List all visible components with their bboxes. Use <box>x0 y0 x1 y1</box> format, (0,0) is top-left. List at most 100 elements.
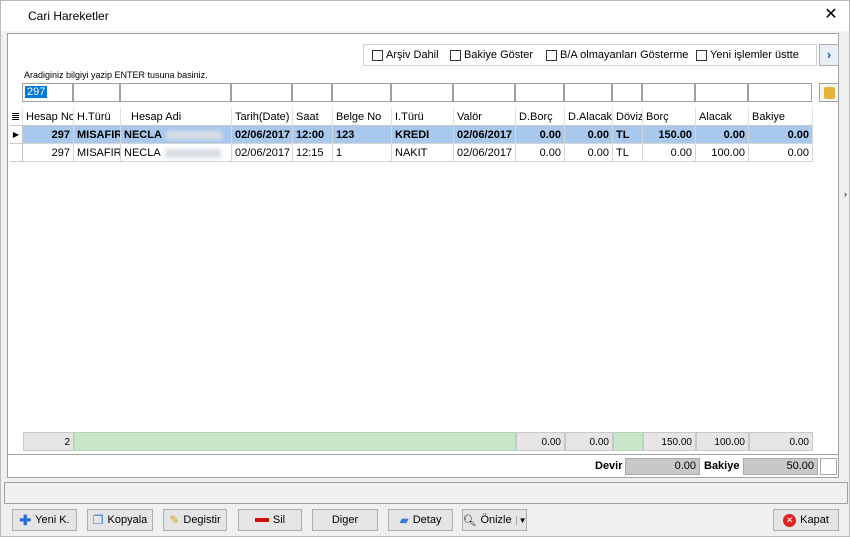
cell-d-borc[interactable]: 0.00 <box>516 144 565 162</box>
splitter-handle-icon[interactable]: › <box>844 187 850 201</box>
filter-i-turu[interactable] <box>391 83 453 102</box>
row-indicator-icon: ▶ <box>10 126 23 144</box>
col-saat[interactable]: Saat <box>293 108 333 126</box>
title-bar: Cari Hareketler ✕ <box>1 1 849 31</box>
cell-alacak[interactable]: 0.00 <box>696 126 749 144</box>
cell-bakiye[interactable]: 0.00 <box>749 144 813 162</box>
checkbox-box[interactable] <box>696 49 707 61</box>
filter-d-borc[interactable] <box>515 83 564 102</box>
cell-valor[interactable]: 02/06/2017 <box>454 126 516 144</box>
sil-button[interactable]: Sil <box>238 509 302 531</box>
column-menu-icon[interactable]: ≣ <box>10 108 23 126</box>
col-bakiye[interactable]: Bakiye <box>749 108 813 126</box>
checkbox-box[interactable] <box>546 49 557 61</box>
close-icon[interactable]: ✕ <box>821 5 841 25</box>
cell-d-alacak[interactable]: 0.00 <box>565 126 613 144</box>
degistir-button[interactable]: ✎ Degistir <box>163 509 227 531</box>
filter-valor[interactable] <box>453 83 515 102</box>
cell-tarih[interactable]: 02/06/2017 <box>232 144 293 162</box>
filter-clear-button[interactable] <box>819 83 839 102</box>
bakiye-value: 50.00 <box>743 458 818 475</box>
chevron-right-icon[interactable]: › <box>819 44 839 66</box>
col-d-alacak[interactable]: D.Alacak <box>565 108 613 126</box>
checkbox-box[interactable] <box>450 49 461 61</box>
col-hesap-no[interactable]: Hesap No <box>23 108 74 126</box>
col-tarih[interactable]: Tarih(Date) <box>232 108 293 126</box>
col-valor[interactable]: Valör <box>454 108 516 126</box>
cell-bakiye[interactable]: 0.00 <box>749 126 813 144</box>
filter-value[interactable]: 297 <box>25 86 48 98</box>
col-hesap-adi[interactable]: Hesap Adi <box>121 108 232 126</box>
cell-borc[interactable]: 0.00 <box>643 144 696 162</box>
hesap-adi-text: NECLA <box>124 129 162 141</box>
devir-label: Devir <box>595 460 623 472</box>
filter-borc[interactable] <box>642 83 695 102</box>
col-alacak[interactable]: Alacak <box>696 108 749 126</box>
summary-doviz <box>613 432 643 451</box>
cell-d-alacak[interactable]: 0.00 <box>565 144 613 162</box>
cell-belge-no[interactable]: 1 <box>333 144 392 162</box>
col-h-turu[interactable]: H.Türü <box>74 108 121 126</box>
detay-button[interactable]: ▰ Detay <box>388 509 453 531</box>
filter-bakiye[interactable] <box>748 83 812 102</box>
col-doviz[interactable]: Döviz <box>613 108 643 126</box>
col-d-borc[interactable]: D.Borç <box>516 108 565 126</box>
cell-hesap-no[interactable]: 297 <box>23 144 74 162</box>
checkbox-box[interactable] <box>372 49 383 61</box>
cell-tarih[interactable]: 02/06/2017 <box>232 126 293 144</box>
devir-bar: Devir 0.00 Bakiye 50.00 <box>7 454 839 478</box>
table-row[interactable]: ▶ 297 MISAFIR NECLA 02/06/2017 12:00 123… <box>10 126 813 144</box>
bakiye-extra-box <box>820 458 837 475</box>
cell-alacak[interactable]: 100.00 <box>696 144 749 162</box>
cell-doviz[interactable]: TL <box>613 144 643 162</box>
cell-hesap-adi[interactable]: NECLA <box>121 144 232 162</box>
preview-icon: 🔍︎ <box>462 514 477 527</box>
cell-i-turu[interactable]: NAKIT <box>392 144 454 162</box>
filter-alacak[interactable] <box>695 83 748 102</box>
checkbox-label: Arşiv Dahil <box>386 49 439 61</box>
cell-belge-no[interactable]: 123 <box>333 126 392 144</box>
filter-belge-no[interactable] <box>332 83 391 102</box>
kapat-label: Kapat <box>800 514 829 526</box>
yeni-islemler-ustte-checkbox[interactable]: Yeni işlemler üstte <box>696 49 799 61</box>
cell-saat[interactable]: 12:15 <box>293 144 333 162</box>
kopyala-button[interactable]: ❐ Kopyala <box>87 509 153 531</box>
table-row[interactable]: 297 MISAFIR NECLA 02/06/2017 12:15 1 NAK… <box>10 144 813 162</box>
onizle-button[interactable]: 🔍︎ Önizle ▼ <box>462 509 527 531</box>
filter-hesap-adi[interactable] <box>120 83 231 102</box>
cell-hesap-no[interactable]: 297 <box>23 126 74 144</box>
cell-doviz[interactable]: TL <box>613 126 643 144</box>
cell-borc[interactable]: 150.00 <box>643 126 696 144</box>
filter-h-turu[interactable] <box>73 83 120 102</box>
degistir-label: Degistir <box>183 514 221 526</box>
plus-icon: ✚ <box>19 511 32 528</box>
window-title: Cari Hareketler <box>28 9 109 23</box>
filter-doviz[interactable] <box>612 83 642 102</box>
col-belge-no[interactable]: Belge No <box>333 108 392 126</box>
col-borc[interactable]: Borç <box>643 108 696 126</box>
cell-i-turu[interactable]: KREDI <box>392 126 454 144</box>
filter-saat[interactable] <box>292 83 332 102</box>
cell-valor[interactable]: 02/06/2017 <box>454 144 516 162</box>
cell-h-turu[interactable]: MISAFIR <box>74 126 121 144</box>
arsiv-dahil-checkbox[interactable]: Arşiv Dahil <box>372 49 439 61</box>
yeni-button[interactable]: ✚ Yeni K. <box>12 509 77 531</box>
cell-hesap-adi[interactable]: NECLA <box>121 126 232 144</box>
cell-saat[interactable]: 12:00 <box>293 126 333 144</box>
sil-label: Sil <box>272 514 286 526</box>
devir-value: 0.00 <box>625 458 700 475</box>
ba-olmayanlari-gosterme-checkbox[interactable]: B/A olmayanları Gösterme <box>546 49 688 61</box>
summary-d-alacak: 0.00 <box>565 432 613 451</box>
filter-hesap-no[interactable]: 297 <box>22 83 73 102</box>
cell-d-borc[interactable]: 0.00 <box>516 126 565 144</box>
chevron-down-icon[interactable]: ▼ <box>515 515 527 525</box>
filter-tarih[interactable] <box>231 83 292 102</box>
options-bar: Arşiv Dahil Bakiye Göster B/A olmayanlar… <box>363 44 817 66</box>
search-hint: Aradiginiz bilgiyi yazip ENTER tusuna ba… <box>24 70 208 80</box>
cell-h-turu[interactable]: MISAFIR <box>74 144 121 162</box>
diger-button[interactable]: Diger <box>312 509 378 531</box>
filter-d-alacak[interactable] <box>564 83 612 102</box>
bakiye-goster-checkbox[interactable]: Bakiye Göster <box>450 49 533 61</box>
col-i-turu[interactable]: I.Türü <box>392 108 454 126</box>
kapat-button[interactable]: ✕ Kapat <box>773 509 839 531</box>
